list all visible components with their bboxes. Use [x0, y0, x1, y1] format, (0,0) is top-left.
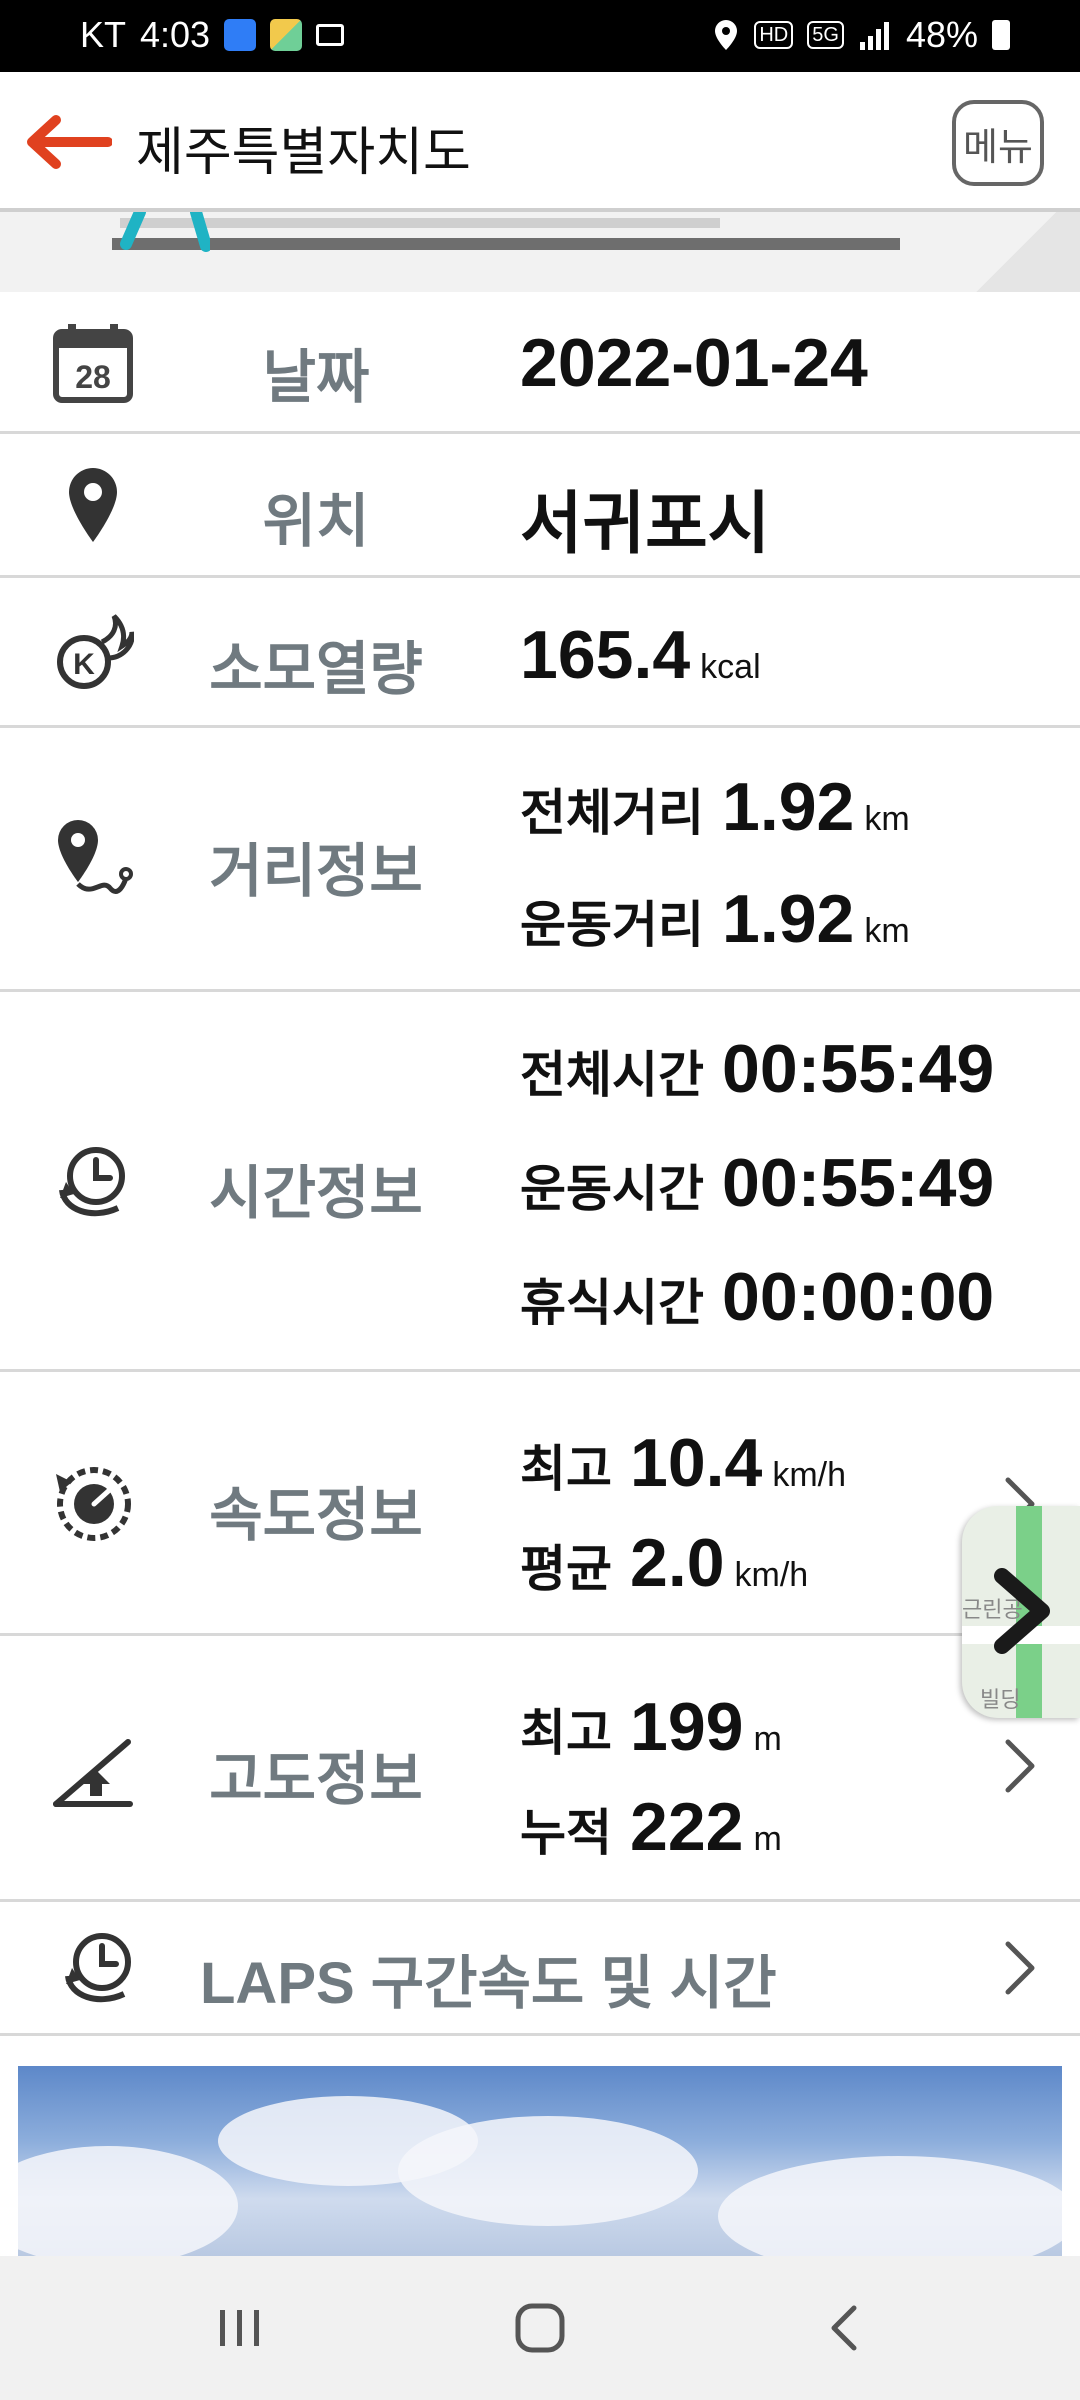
banner-illustration	[0, 212, 1080, 292]
svg-text:K: K	[73, 648, 95, 681]
clock-cycle-icon	[59, 1147, 125, 1217]
location-label: 위치	[262, 489, 370, 554]
distance-label: 거리정보	[209, 839, 423, 904]
altitude-cumulative: 누적 222 m	[520, 1788, 782, 1866]
calorie-label: 소모열량	[209, 637, 423, 702]
altitude-max: 최고 199 m	[520, 1688, 782, 1766]
chevron-right-icon	[994, 1568, 1050, 1654]
distance-exercise-value: 1.92	[722, 881, 855, 957]
altitude-row[interactable]: 고도정보 최고 199 m 누적 222 m	[0, 1636, 1080, 1902]
cloud-shape	[398, 2116, 698, 2226]
altitude-max-value: 199	[630, 1689, 744, 1765]
distance-total-value: 1.92	[722, 769, 855, 845]
altitude-cumulative-unit: m	[753, 1820, 782, 1858]
altitude-max-key: 최고	[520, 1705, 612, 1761]
recent-apps-icon[interactable]	[210, 2298, 270, 2358]
menu-button[interactable]: 메뉴	[952, 100, 1044, 186]
time-rest: 휴식시간 00:00:00	[520, 1258, 994, 1336]
time-label: 시간정보	[209, 1161, 423, 1226]
chevron-right-icon[interactable]	[1000, 1938, 1040, 1998]
back-icon[interactable]	[816, 2298, 876, 2358]
location-pin-icon	[69, 468, 117, 542]
distance-exercise: 운동거리 1.92 km	[520, 880, 910, 958]
chevron-right-icon[interactable]	[1000, 1736, 1040, 1796]
distance-total-key: 전체거리	[520, 785, 704, 841]
speed-max: 최고 10.4 km/h	[520, 1424, 846, 1502]
folder-icon	[224, 19, 257, 51]
time-total-value: 00:55:49	[722, 1031, 995, 1107]
home-icon[interactable]	[510, 2298, 570, 2358]
date-row: 28 날짜 2022-01-24	[0, 292, 1080, 434]
walker-legs-icon	[120, 212, 210, 252]
speed-avg-unit: km/h	[734, 1556, 809, 1594]
calorie-fire-icon: K	[57, 614, 134, 689]
date-value: 2022-01-24	[520, 325, 868, 401]
cloud-shape	[18, 2146, 238, 2256]
signal-icon	[859, 22, 889, 50]
workout-photo[interactable]	[18, 2066, 1062, 2256]
battery-percent: 48%	[905, 14, 978, 55]
battery-icon	[992, 20, 1010, 50]
map-text-building: 빌딩	[980, 1687, 1021, 1712]
calorie-value-group: 165.4 kcal	[520, 616, 761, 694]
time-exercise-key: 운동시간	[520, 1161, 704, 1217]
altitude-slope-icon	[53, 1739, 133, 1807]
calorie-unit: kcal	[700, 648, 761, 686]
altitude-label: 고도정보	[209, 1747, 423, 1812]
time-row: 시간정보 전체시간 00:55:49 운동시간 00:55:49 휴식시간 00…	[0, 992, 1080, 1372]
time-total-key: 전체시간	[520, 1047, 704, 1103]
altitude-max-unit: m	[753, 1720, 782, 1758]
altitude-cumulative-value: 222	[630, 1789, 744, 1865]
cloud-shape	[718, 2156, 1062, 2256]
speed-row[interactable]: 속도정보 최고 10.4 km/h 평균 2.0 km/h	[0, 1372, 1080, 1636]
app-header: 제주특별자치도 메뉴	[0, 72, 1080, 212]
speed-avg-value: 2.0	[630, 1525, 725, 1601]
banner-line	[112, 238, 982, 250]
distance-exercise-key: 운동거리	[520, 897, 704, 953]
speed-max-value: 10.4	[630, 1425, 763, 1501]
time-exercise-value: 00:55:49	[722, 1145, 995, 1221]
clock: 4:03	[140, 14, 211, 55]
speed-label: 속도정보	[209, 1483, 423, 1548]
speed-max-key: 최고	[520, 1441, 612, 1497]
route-pin-icon	[58, 820, 133, 894]
speed-max-unit: km/h	[772, 1456, 847, 1494]
calorie-value: 165.4	[520, 617, 691, 693]
laps-clock-icon	[65, 1933, 131, 2003]
banner-slope	[900, 212, 1080, 292]
calendar-icon: 28	[53, 324, 133, 403]
date-label: 날짜	[262, 345, 370, 410]
speedometer-icon	[56, 1467, 131, 1541]
distance-total-unit: km	[864, 800, 910, 838]
time-rest-value: 00:00:00	[722, 1259, 995, 1335]
time-exercise: 운동시간 00:55:49	[520, 1144, 994, 1222]
laps-label: LAPS 구간속도 및 시간	[200, 1951, 777, 2016]
5g-icon: 5G	[807, 21, 844, 49]
location-value: 서귀포시	[520, 486, 771, 562]
distance-exercise-unit: km	[864, 912, 910, 950]
page-title: 제주특별자치도	[136, 124, 471, 182]
altitude-cumulative-key: 누적	[520, 1805, 612, 1861]
status-bar: KT 4:03 HD 5G 48%	[0, 0, 1080, 72]
time-total: 전체시간 00:55:49	[520, 1030, 994, 1108]
banner-line	[120, 218, 720, 228]
hd-icon: HD	[754, 21, 794, 49]
calorie-row: K 소모열량 165.4 kcal	[0, 578, 1080, 728]
time-rest-key: 휴식시간	[520, 1275, 704, 1331]
distance-row: 거리정보 전체거리 1.92 km 운동거리 1.92 km	[0, 728, 1080, 992]
calendar-day-text: 28	[75, 359, 111, 395]
laps-row[interactable]: LAPS 구간속도 및 시간	[0, 1902, 1080, 2036]
map-preview-button[interactable]: 근린공 빌딩	[962, 1506, 1080, 1718]
system-nav-bar	[0, 2256, 1080, 2400]
location-row: 위치 서귀포시	[0, 434, 1080, 578]
distance-total: 전체거리 1.92 km	[520, 768, 910, 846]
carrier-label: KT	[80, 14, 127, 55]
location-icon	[715, 20, 738, 50]
speed-avg: 평균 2.0 km/h	[520, 1524, 808, 1602]
back-arrow-icon[interactable]	[22, 112, 112, 172]
maps-icon	[270, 19, 303, 51]
speed-avg-key: 평균	[520, 1541, 612, 1597]
mail-icon	[316, 24, 345, 46]
